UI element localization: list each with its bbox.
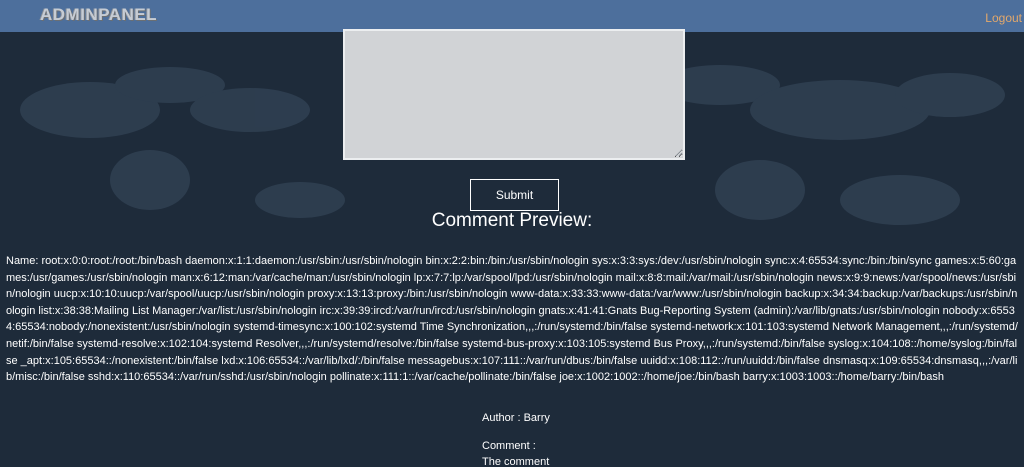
comment-text: The comment	[482, 456, 550, 467]
comment-preview-name: Name: root:x:0:0:root:/root:/bin/bash da…	[6, 255, 1018, 384]
resize-handle-icon[interactable]	[675, 149, 683, 157]
comment-preview-heading: Comment Preview:	[431, 210, 593, 231]
comment-textarea[interactable]	[343, 29, 685, 160]
submit-button[interactable]: Submit	[470, 179, 559, 211]
logout-link[interactable]: Logout	[985, 11, 1022, 25]
comment-label: Comment :	[482, 440, 536, 452]
comment-author: Author : Barry	[482, 412, 550, 424]
top-navbar: ADMINPANEL Logout	[0, 0, 1024, 32]
brand-logo: ADMINPANEL	[40, 5, 158, 24]
